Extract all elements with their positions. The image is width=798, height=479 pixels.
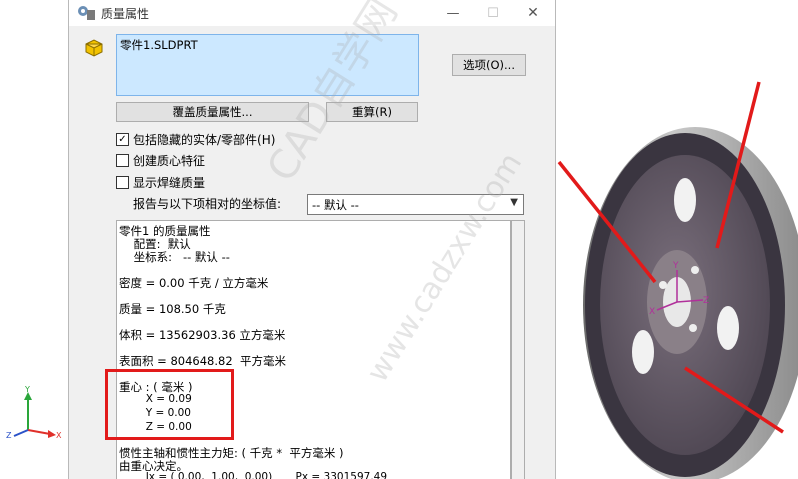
triad-z-label: Z	[6, 431, 12, 440]
lightening-hole-3	[632, 330, 654, 374]
show-weld-bead-mass-label: 显示焊缝质量	[133, 175, 206, 190]
result-line: 体积 = 13562903.36 立方毫米	[119, 328, 286, 342]
options-button[interactable]: 选项(O)...	[452, 54, 526, 76]
model-x-label: X	[649, 307, 655, 317]
lightening-hole-2	[717, 306, 739, 350]
create-cog-feature-checkbox[interactable]	[116, 153, 129, 167]
override-mass-properties-button[interactable]: 覆盖质量属性...	[116, 102, 309, 122]
show-weld-bead-mass-checkbox[interactable]	[116, 175, 129, 189]
model-y-label: Y	[672, 261, 679, 271]
create-cog-feature-label: 创建质心特征	[133, 153, 206, 168]
close-button[interactable]: ✕	[513, 0, 553, 26]
bolt-hole-2	[691, 266, 699, 274]
result-line: 密度 = 0.00 千克 / 立方毫米	[119, 276, 269, 290]
result-line: 质量 = 108.50 千克	[119, 302, 226, 316]
reference-triad: Y X Z	[6, 386, 62, 440]
maximize-button[interactable]: ☐	[473, 0, 513, 26]
result-line: Ix = ( 0.00, 1.00, 0.00) Px = 3301597.49	[119, 471, 388, 479]
include-hidden-bodies-checkbox[interactable]: ✓	[116, 132, 129, 146]
recalculate-button[interactable]: 重算(R)	[326, 102, 418, 122]
coordinate-system-value: -- 默认 --	[312, 198, 359, 212]
window-title: 质量属性	[101, 7, 150, 21]
bolt-hole-3	[689, 324, 697, 332]
part-icon	[85, 39, 103, 57]
bolt-hole-1	[659, 281, 667, 289]
include-hidden-bodies-option[interactable]: ✓ 包括隐藏的实体/零部件(H)	[116, 130, 275, 148]
mass-properties-icon	[78, 6, 95, 20]
mass-properties-results[interactable]: 零件1 的质量属性 配置: 默认 坐标系: -- 默认 -- 密度 = 0.00…	[116, 220, 511, 479]
results-scrollbar[interactable]	[511, 220, 525, 479]
minimize-button[interactable]: —	[433, 0, 473, 26]
triad-y-label: Y	[24, 386, 30, 394]
coordinate-system-dropdown[interactable]: -- 默认 -- ▼	[307, 194, 524, 215]
part-model-view[interactable]: Y X Z	[545, 70, 798, 479]
coordinate-system-label: 报告与以下项相对的坐标值:	[133, 197, 282, 211]
title-bar[interactable]: 质量属性 — ☐ ✕	[69, 0, 555, 26]
center-of-mass-highlight-box	[105, 369, 234, 440]
result-line: 坐标系: -- 默认 --	[119, 250, 230, 264]
selected-items-list[interactable]: 零件1.SLDPRT	[116, 34, 419, 96]
lightening-hole-1	[674, 178, 696, 222]
result-line: 表面积 = 804648.82 平方毫米	[119, 354, 286, 368]
chevron-down-icon[interactable]: ▼	[510, 197, 518, 208]
show-weld-bead-mass-option[interactable]: 显示焊缝质量	[116, 173, 205, 191]
model-z-label: Z	[703, 296, 709, 306]
include-hidden-bodies-label: 包括隐藏的实体/零部件(H)	[133, 132, 276, 147]
triad-x-label: X	[56, 431, 62, 440]
create-cog-feature-option[interactable]: 创建质心特征	[116, 151, 205, 169]
selected-item[interactable]: 零件1.SLDPRT	[120, 37, 198, 53]
